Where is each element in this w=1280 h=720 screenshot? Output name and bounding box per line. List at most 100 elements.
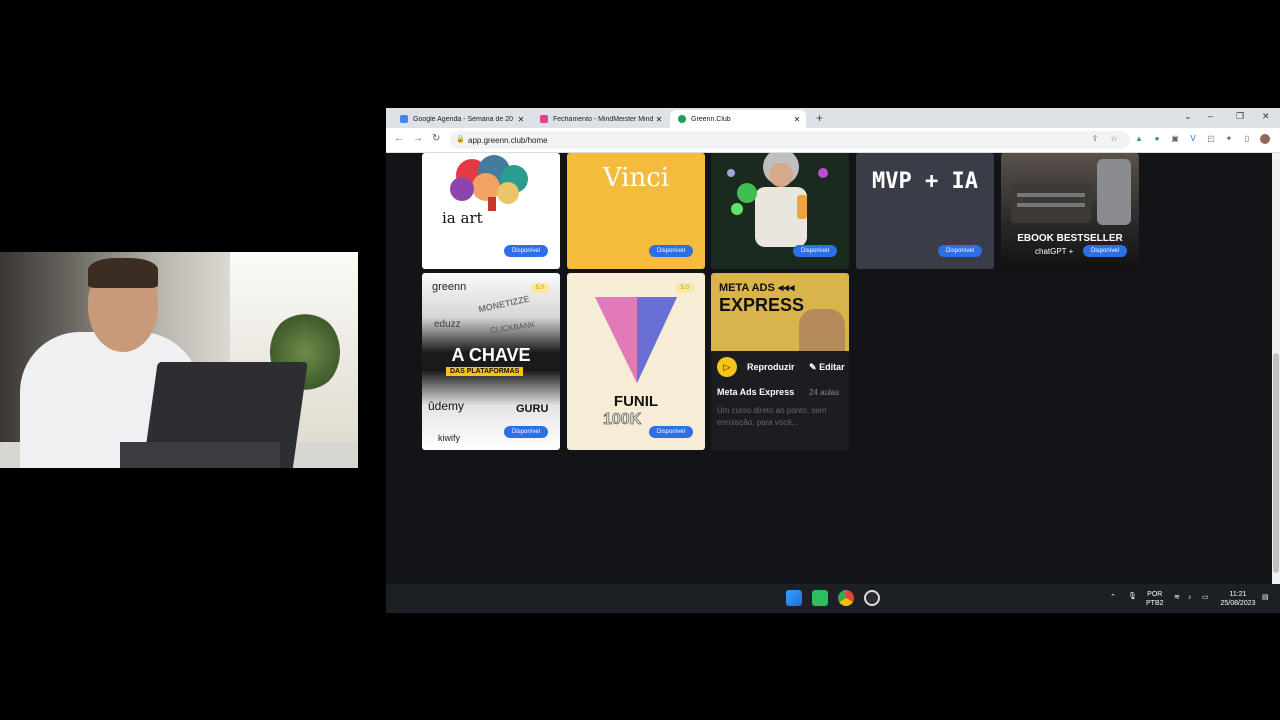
greenn-icon	[678, 115, 686, 123]
new-tab-button[interactable]: +	[816, 111, 823, 125]
cover-title-line2: EXPRESS	[719, 295, 805, 315]
lang-line2: PTB2	[1146, 600, 1164, 607]
play-button[interactable]: ▷	[717, 357, 737, 377]
back-icon[interactable]: ←	[394, 133, 404, 144]
extension-icon[interactable]: ▣	[1170, 134, 1180, 144]
battery-icon[interactable]: ▭	[1202, 593, 1209, 602]
close-window-icon[interactable]: ✕	[1262, 111, 1270, 122]
tab-google-agenda[interactable]: Google Agenda - Semana de 20 ✕	[392, 110, 530, 128]
card-title: ia art	[442, 209, 483, 227]
volume-icon[interactable]: ♪	[1188, 593, 1192, 602]
course-card-meta-ads-express[interactable]: META ADS ◂◂◂ EXPRESS ▷ Reproduzir ✎ Edit…	[711, 273, 849, 450]
logo-guru: GURU	[516, 403, 549, 415]
calendar-icon	[400, 115, 408, 123]
tab-search-icon[interactable]: ⌄	[1184, 111, 1192, 122]
course-card-scientist[interactable]: Disponível	[711, 153, 849, 269]
app-icon[interactable]	[864, 590, 880, 606]
time: 11:21	[1229, 591, 1247, 598]
course-cover: META ADS ◂◂◂ EXPRESS	[711, 273, 849, 351]
rating-badge: 5.0	[529, 283, 550, 293]
bookmark-star-icon[interactable]: ☆	[1109, 134, 1119, 144]
course-card-mvp-ia[interactable]: MVP + IA Disponível	[856, 153, 994, 269]
clock[interactable]: 11:21 25/08/2023	[1218, 590, 1258, 608]
puzzle-icon[interactable]: ✦	[1224, 134, 1234, 144]
extension-icon[interactable]: ●	[1152, 134, 1162, 144]
course-card-funil[interactable]: 5.0 FUNIL 100K Disponível	[567, 273, 705, 450]
mindmeister-icon	[540, 115, 548, 123]
notification-icon[interactable]: ▤	[1262, 593, 1269, 602]
card-subtitle: DAS PLATAFORMAS	[446, 367, 524, 376]
evernote-icon[interactable]	[812, 590, 828, 606]
logo-monetizze: MONETIZZE	[477, 293, 531, 315]
course-card-vinci[interactable]: Vinci Disponível	[567, 153, 705, 269]
person-hair	[88, 258, 158, 288]
course-card-a-chave[interactable]: 5.0 greenn MONETIZZE eduzz CLICKBANK A C…	[422, 273, 560, 450]
course-title: Meta Ads Express	[717, 387, 795, 397]
status-badge: Disponível	[792, 245, 837, 257]
drive-extension-icon[interactable]: ▲	[1134, 134, 1144, 144]
vimeo-extension-icon[interactable]: V	[1188, 134, 1198, 144]
language-indicator[interactable]: POR PTB2	[1146, 590, 1164, 608]
card-subtitle: chatGPT +	[1035, 247, 1074, 256]
hand-phone-image	[799, 309, 845, 351]
tab-label: Greenn.Club	[691, 115, 731, 123]
status-badge: Disponível	[648, 245, 693, 257]
forward-icon[interactable]: →	[413, 133, 423, 144]
logo-kiwify: kiwify	[438, 433, 460, 443]
close-icon[interactable]: ✕	[792, 115, 802, 124]
microphone-icon[interactable]: 🎙	[1128, 592, 1137, 601]
sidepanel-icon[interactable]: ▯	[1242, 134, 1252, 144]
windows-start-icon[interactable]	[786, 590, 802, 606]
date: 25/08/2023	[1220, 600, 1256, 607]
lock-icon: 🔒	[456, 136, 465, 143]
browser-toolbar: ← → ↻ 🔒 app.greenn.club/home ⇪ ☆ ▲ ● ▣ V…	[386, 128, 1280, 153]
status-badge: Disponível	[1082, 245, 1127, 257]
tab-greenn-club[interactable]: Greenn.Club ✕	[670, 110, 806, 128]
logo-eduzz: eduzz	[434, 319, 461, 330]
course-description: Um curso direto ao ponto, sem enrolação,…	[717, 406, 827, 427]
reload-icon[interactable]: ↻	[432, 133, 440, 144]
status-badge: Disponível	[503, 426, 548, 438]
maximize-icon[interactable]: ❐	[1236, 111, 1244, 122]
logo-greenn: greenn	[432, 281, 467, 293]
wifi-icon[interactable]: ≋	[1174, 593, 1180, 602]
rating-badge: 5.0	[674, 283, 695, 293]
reproduzir-button[interactable]: Reproduzir	[747, 362, 795, 372]
windows-taskbar: ⌃ 🎙 POR PTB2 ≋ ♪ ▭ 11:21 25/08/2023 ▤	[386, 584, 1280, 613]
extension-icon[interactable]: ◰	[1206, 134, 1216, 144]
play-icon: ▷	[723, 361, 731, 372]
close-icon[interactable]: ✕	[654, 115, 664, 124]
edit-label: Editar	[819, 362, 845, 372]
tab-label: Fechamento - MindMeister Mind	[553, 115, 654, 123]
card-title: MVP + IA	[872, 169, 978, 194]
address-bar[interactable]: 🔒 app.greenn.club/home	[450, 131, 1130, 149]
tab-mindmeister[interactable]: Fechamento - MindMeister Mind ✕	[532, 110, 668, 128]
edit-button[interactable]: ✎ Editar	[809, 362, 845, 373]
card-title: FUNIL	[613, 393, 659, 410]
pencil-icon: ✎	[809, 362, 817, 372]
cover-title-line1: META ADS ◂◂◂	[719, 282, 795, 294]
logo-clickbank: CLICKBANK	[489, 319, 536, 336]
share-icon[interactable]: ⇪	[1090, 134, 1100, 144]
close-icon[interactable]: ✕	[516, 115, 526, 124]
status-badge: Disponível	[648, 426, 693, 438]
profile-avatar[interactable]	[1260, 134, 1270, 144]
chrome-icon[interactable]	[838, 590, 854, 606]
lang-line1: POR	[1147, 591, 1163, 598]
minimize-icon[interactable]: –	[1208, 111, 1213, 121]
page-content: ia art Disponível Vinci Disponível Dispo…	[386, 153, 1272, 584]
card-title: A CHAVE	[451, 345, 531, 365]
card-subtitle: 100K	[603, 411, 642, 429]
course-card-ia-art[interactable]: ia art Disponível	[422, 153, 560, 269]
status-badge: Disponível	[503, 245, 548, 257]
url-text: app.greenn.club/home	[468, 135, 548, 145]
logo-udemy: ûdemy	[428, 399, 465, 413]
scrollbar-thumb[interactable]	[1273, 353, 1279, 573]
page-scrollbar[interactable]	[1272, 153, 1280, 584]
tab-bar: Google Agenda - Semana de 20 ✕ Fechament…	[386, 108, 1280, 128]
webcam-video	[0, 252, 358, 468]
course-card-ebook-bestseller[interactable]: EBOOK BESTSELLER chatGPT + Disponível	[1001, 153, 1139, 269]
tab-label: Google Agenda - Semana de 20	[413, 115, 514, 123]
chevron-up-icon[interactable]: ⌃	[1110, 593, 1116, 602]
lessons-count: 24 aulas	[809, 388, 840, 397]
